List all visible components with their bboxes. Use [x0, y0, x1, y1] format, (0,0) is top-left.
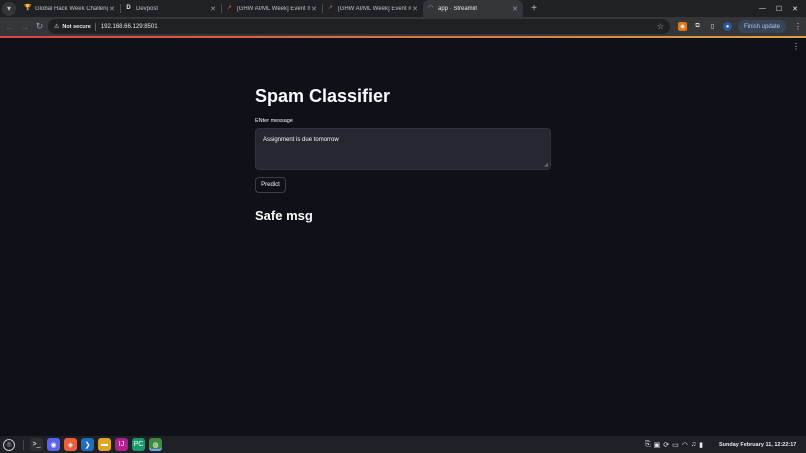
taskbar-separator: [23, 439, 24, 450]
predict-button[interactable]: Predict: [255, 177, 286, 193]
maximize-icon[interactable]: ☐: [776, 5, 782, 13]
side-panel-icon[interactable]: ▯: [708, 22, 717, 31]
terminal-icon[interactable]: >_: [30, 438, 43, 451]
streamlit-app: ⋮ Spam Classifier ENter message Assignme…: [0, 38, 806, 436]
streamlit-icon: ◠: [427, 5, 434, 11]
message-text: Assignment is due tomorrow: [263, 137, 339, 143]
warning-icon: ⚠: [54, 24, 60, 30]
tab-title: Global Hack Week Challenge: [35, 5, 108, 12]
minimize-icon[interactable]: —: [759, 5, 766, 13]
vscode-icon[interactable]: ❯: [81, 438, 94, 451]
clipboard-icon[interactable]: ⎘: [645, 441, 651, 449]
close-icon[interactable]: ✕: [209, 5, 217, 13]
taskbar-apps: >_ ◉ ◈ ❯ ▬ IJ PC ◍: [30, 438, 162, 451]
forward-icon[interactable]: →: [17, 22, 32, 32]
tab-title: [GHW AI/ML Week] Event m: [237, 5, 310, 12]
start-menu-icon[interactable]: ◎: [3, 438, 15, 451]
devpost-icon: D: [126, 5, 131, 11]
chrome-icon[interactable]: ◍: [149, 438, 162, 451]
close-icon[interactable]: ✕: [108, 5, 116, 13]
metamask-extension-icon[interactable]: ◆: [678, 22, 687, 31]
tab-ghw-event-2[interactable]: ➚ [GHW AI/ML Week] Event m ✕: [323, 0, 423, 17]
os-taskbar: ◎ >_ ◉ ◈ ❯ ▬ IJ PC ◍ ⎘ ▣ ⟳ ▭ ◠ ♫ ▮ Sunda…: [0, 436, 806, 453]
message-textarea[interactable]: Assignment is due tomorrow ◢: [255, 128, 551, 170]
rocket-icon: ➚: [327, 5, 334, 11]
tab-streamlit-app[interactable]: ◠ app · Streamlit ✕: [423, 0, 523, 17]
message-input-label: ENter message: [255, 118, 293, 124]
vpn-icon[interactable]: ◈: [64, 438, 77, 451]
url-text[interactable]: 192.168.66.129:8501: [101, 24, 158, 30]
trophy-icon: 🏆: [24, 5, 32, 11]
window-controls: — ☐ ✕: [759, 5, 806, 13]
tab-ghw-event-1[interactable]: ➚ [GHW AI/ML Week] Event m ✕: [222, 0, 322, 17]
tab-title: [GHW AI/ML Week] Event m: [338, 5, 411, 12]
bookmark-star-icon[interactable]: ☆: [657, 22, 664, 31]
display-icon[interactable]: ▭: [672, 441, 679, 449]
reload-icon[interactable]: ↻: [32, 21, 47, 32]
close-icon[interactable]: ✕: [511, 5, 519, 13]
system-tray: ⎘ ▣ ⟳ ▭ ◠ ♫ ▮: [645, 436, 703, 453]
tab-global-hack-week[interactable]: 🏆 Global Hack Week Challenge ✕: [20, 0, 120, 17]
security-label[interactable]: Not secure: [62, 24, 90, 30]
resize-handle-icon[interactable]: ◢: [544, 162, 548, 168]
close-icon[interactable]: ✕: [411, 5, 419, 13]
tab-strip: ▾ 🏆 Global Hack Week Challenge ✕ D Devpo…: [0, 0, 806, 17]
music-icon[interactable]: ♫: [691, 441, 696, 448]
main-content: Spam Classifier ENter message Assignment…: [255, 83, 551, 225]
close-icon[interactable]: ✕: [310, 5, 318, 13]
profile-avatar[interactable]: ●: [723, 22, 732, 31]
back-icon[interactable]: ←: [2, 22, 17, 32]
files-icon[interactable]: ▬: [98, 438, 111, 451]
close-window-icon[interactable]: ✕: [792, 5, 798, 13]
battery-icon[interactable]: ▮: [699, 441, 703, 449]
app-menu-icon[interactable]: ⋮: [792, 42, 800, 51]
rocket-icon: ➚: [226, 5, 233, 11]
screen: ▾ 🏆 Global Hack Week Challenge ✕ D Devpo…: [0, 0, 806, 453]
extensions-puzzle-icon[interactable]: ⧉: [693, 22, 702, 31]
pycharm-icon[interactable]: PC: [132, 438, 145, 451]
taskbar-clock[interactable]: Sunday February 11, 12:22:17: [719, 436, 796, 453]
toolbar-right: ◆ ⧉ ▯ ● Finish update ⋮: [678, 19, 802, 34]
wifi-icon[interactable]: ◠: [682, 441, 688, 449]
tab-search-icon[interactable]: ▾: [2, 1, 16, 16]
tab-devpost[interactable]: D Devpost ✕: [121, 0, 221, 17]
address-bar[interactable]: ⚠ Not secure 192.168.66.129:8501 ☆: [48, 19, 670, 34]
browser-toolbar: ← → ↻ ⚠ Not secure 192.168.66.129:8501 ☆…: [0, 17, 806, 36]
divider: [94, 22, 96, 31]
browser-menu-icon[interactable]: ⋮: [794, 22, 802, 31]
finish-update-button[interactable]: Finish update: [738, 20, 787, 33]
tray-app-icon[interactable]: ▣: [654, 441, 661, 449]
prediction-result: Safe msg: [255, 208, 313, 223]
new-tab-button[interactable]: +: [527, 3, 541, 14]
discord-icon[interactable]: ◉: [47, 438, 60, 451]
intellij-icon[interactable]: IJ: [115, 438, 128, 451]
tab-title: Devpost: [136, 5, 159, 12]
tab-title: app · Streamlit: [438, 5, 478, 12]
updates-icon[interactable]: ⟳: [663, 441, 669, 449]
page-title: Spam Classifier: [255, 86, 391, 106]
